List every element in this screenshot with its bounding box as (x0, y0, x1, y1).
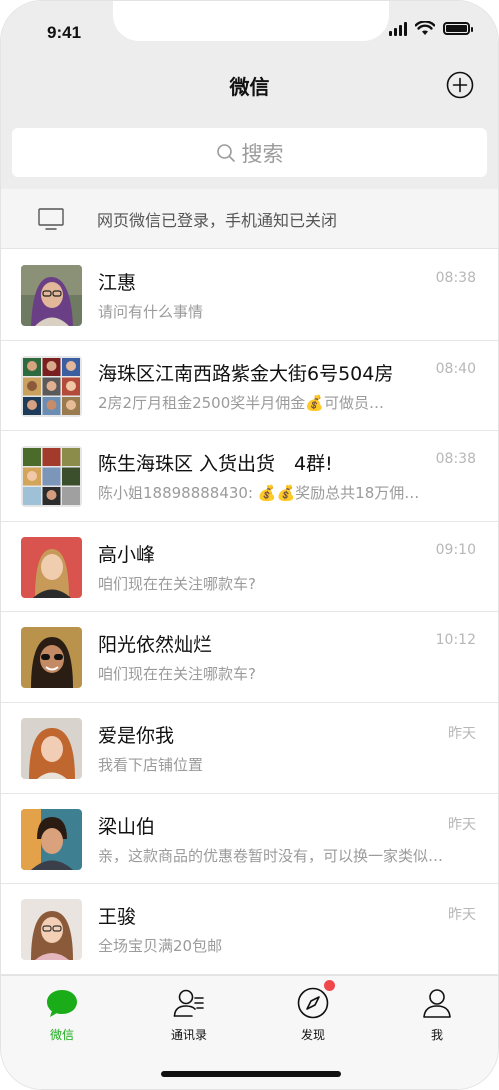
chat-time: 昨天 (448, 725, 476, 742)
chat-time: 10:12 (435, 632, 476, 649)
chat-time: 09:10 (435, 541, 476, 558)
chat-name: 海珠区江南西路紫金大街6号504房 (98, 362, 394, 385)
avatar (21, 717, 82, 779)
tab-label: 我 (430, 1028, 443, 1042)
chat-last-message: 请问有什么事情 (98, 303, 204, 321)
page-title: 微信 (229, 75, 270, 99)
signal-icon (389, 21, 407, 36)
chat-time: 08:38 (435, 270, 476, 286)
chat-name: 爱是你我 (98, 724, 175, 747)
search-placeholder: 搜索 (241, 141, 284, 166)
tab-contacts[interactable]: 通讯录 (149, 986, 229, 1043)
tab-label: 通讯录 (170, 1028, 207, 1042)
chat-row[interactable]: 江惠 请问有什么事情 08:38 (1, 250, 498, 341)
chat-last-message: 全场宝贝满20包邮 (98, 937, 223, 956)
chat-name: 陈生海珠区 入货出货 4群! (98, 453, 333, 476)
chat-bubble-icon (47, 990, 77, 1017)
chat-name: 阳光依然灿烂 (98, 634, 213, 657)
phone-screen: 9:41 微信 搜索 网页微信已登录，手机通知已关闭 江惠 请问有什么事情 08… (0, 0, 499, 1090)
avatar (21, 808, 82, 870)
chat-time: 昨天 (448, 907, 476, 924)
battery-icon (443, 22, 473, 35)
chat-last-message: 陈小姐18898888430: 💰💰奖励总共18万佣… (98, 484, 420, 503)
notification-dot (324, 980, 335, 991)
tab-chats[interactable]: 微信 (22, 986, 102, 1043)
chat-last-message: 我看下店铺位置 (98, 755, 204, 774)
search-area: 搜索 (1, 111, 498, 189)
chat-last-message: 咱们现在在关注哪款车? (98, 574, 256, 593)
contacts-icon (173, 989, 204, 1017)
chat-list: 江惠 请问有什么事情 08:38 海珠区江南西路紫金大街6号504房 2房2厅月… (1, 250, 498, 975)
chat-last-message: 亲，这款商品的优惠卷暂时没有，可以换一家类似… (98, 846, 444, 865)
chat-row[interactable]: 阳光依然灿烂 咱们现在在关注哪款车? 10:12 (1, 612, 498, 703)
person-icon (423, 989, 451, 1018)
chat-row[interactable]: 爱是你我 我看下店铺位置 昨天 (1, 702, 498, 794)
chat-last-message: 咱们现在在关注哪款车? (98, 665, 256, 684)
wifi-icon (415, 21, 435, 35)
chat-row[interactable]: 王骏 全场宝贝满20包邮 昨天 (1, 884, 498, 975)
search-input[interactable]: 搜索 (12, 128, 487, 177)
chat-row[interactable]: 陈生海珠区 入货出货 4群! 陈小姐18898888430: 💰💰奖励总共18万… (1, 431, 498, 522)
tab-me[interactable]: 我 (397, 986, 477, 1043)
chat-name: 江惠 (98, 272, 137, 294)
chat-row[interactable]: 高小峰 咱们现在在关注哪款车? 09:10 (1, 521, 498, 613)
notch (113, 1, 389, 41)
chat-name: 梁山伯 (98, 815, 156, 838)
chat-time: 08:40 (435, 360, 476, 377)
home-indicator (161, 1071, 341, 1077)
chat-time: 昨天 (448, 816, 476, 833)
status-icons (389, 21, 473, 36)
chat-name: 王骏 (98, 906, 137, 929)
avatar (21, 627, 82, 689)
status-time: 9:41 (47, 23, 82, 42)
chat-row[interactable]: 梁山伯 亲，这款商品的优惠卷暂时没有，可以换一家类似… 昨天 (1, 793, 498, 885)
status-bar: 9:41 (1, 1, 498, 61)
group-avatar (21, 355, 82, 417)
group-avatar (21, 446, 82, 508)
avatar (21, 265, 82, 326)
chat-row[interactable]: 海珠区江南西路紫金大街6号504房 2房2厅月租金2500奖半月佣金💰可做员… … (1, 340, 498, 432)
tab-label: 发现 (300, 1028, 325, 1042)
compass-icon-wrap (296, 980, 335, 1020)
web-login-banner[interactable]: 网页微信已登录，手机通知已关闭 (1, 189, 498, 249)
tab-label: 微信 (49, 1028, 74, 1042)
chat-name: 高小峰 (98, 543, 156, 566)
nav-bar: 微信 (1, 61, 498, 111)
avatar (21, 899, 82, 961)
desktop-icon (38, 207, 64, 230)
tab-discover[interactable]: 发现 (273, 980, 353, 1043)
add-button[interactable] (446, 71, 474, 99)
compass-icon (297, 987, 329, 1019)
chat-last-message: 2房2厅月租金2500奖半月佣金💰可做员… (98, 393, 384, 412)
chat-time: 08:38 (435, 451, 476, 468)
search-icon (216, 143, 235, 162)
avatar (21, 536, 82, 598)
login-banner-text: 网页微信已登录，手机通知已关闭 (97, 210, 338, 230)
